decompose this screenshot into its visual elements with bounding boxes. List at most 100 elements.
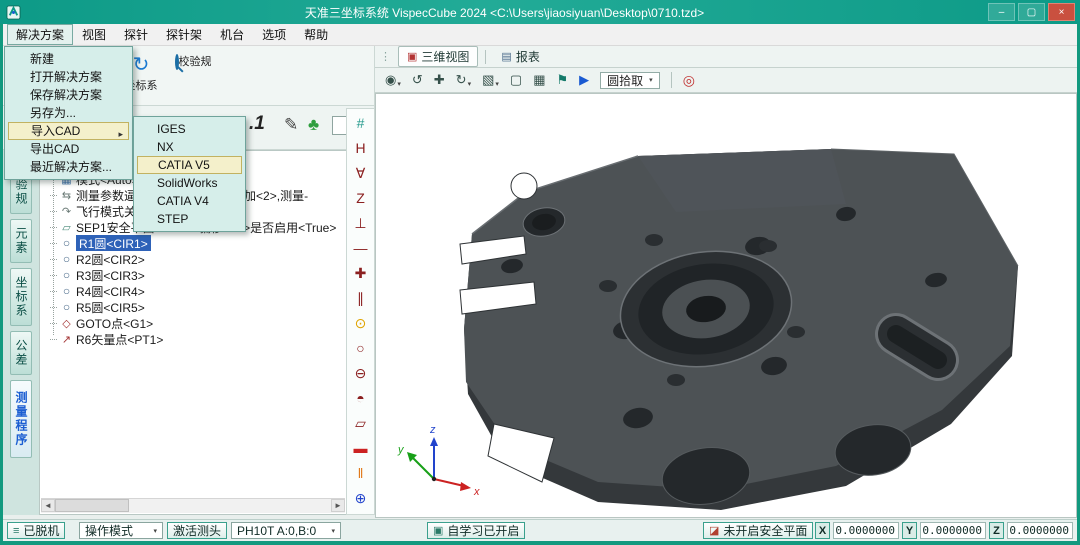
submenu-item-catia-v5[interactable]: CATIA V5 — [137, 156, 242, 174]
element-toolbar: # H ∀ Z ⊥ — ✚ ∥ ⊙ ○ ⊖ ◓ ▱ ▬ ‖ ⊕ — [346, 108, 375, 515]
menu-bar: 解决方案 视图 探针 探针架 机台 选项 帮助 — [3, 24, 1077, 46]
tree-row[interactable]: ○ R3圆<CIR3> — [50, 267, 344, 283]
active-probe-dropdown[interactable]: PH10T A:0,B:0 ▾ — [231, 522, 341, 539]
operation-mode-dropdown[interactable]: 操作模式 ▾ — [79, 522, 163, 539]
scroll-thumb[interactable] — [55, 499, 129, 512]
menu-item-save[interactable]: 保存解决方案 — [8, 86, 129, 104]
app-icon — [6, 5, 21, 20]
menu-item-open[interactable]: 打开解决方案 — [8, 68, 129, 86]
tree-row[interactable]: ◇ GOTO点<G1> — [50, 315, 344, 331]
tree-row[interactable]: ○ R4圆<CIR4> — [50, 283, 344, 299]
axis-z-label: z — [429, 424, 436, 436]
sidebar-tab-program[interactable]: 测量程序 — [10, 380, 32, 458]
view-cube-button[interactable]: ▧ ▾ — [482, 72, 499, 88]
axis-x-label: x — [473, 486, 480, 498]
magnifier-icon — [175, 54, 179, 70]
sidebar-tab-elements[interactable]: 元素 — [10, 219, 32, 263]
slot-icon[interactable]: ⊖ — [350, 363, 372, 383]
self-learn-status[interactable]: ▣ 自学习已开启 — [427, 522, 525, 539]
minimize-button[interactable]: – — [988, 3, 1015, 21]
view-tab-bar: ⋮ ▣ 三维视图 ▤ 报表 — [375, 46, 1077, 68]
circle-icon: ○ — [60, 252, 73, 266]
menu-item-recent[interactable]: 最近解决方案... — [8, 158, 129, 176]
cross-circle-icon[interactable]: ⊕ — [350, 488, 372, 508]
tab-report[interactable]: ▤ 报表 — [493, 47, 547, 66]
tree-icon[interactable]: ♣ — [308, 115, 319, 135]
3d-viewport[interactable]: z y x — [375, 93, 1077, 518]
refresh-button[interactable]: ↻ ▾ — [456, 72, 471, 88]
submenu-item-iges[interactable]: IGES — [137, 120, 242, 138]
tree-row[interactable]: ↗ R6矢量点<PT1> — [50, 331, 344, 347]
pan-icon[interactable]: ✚ — [434, 72, 445, 88]
menu-item-new[interactable]: 新建 — [8, 50, 129, 68]
scroll-left-icon[interactable]: ◄ — [41, 499, 55, 512]
cylinder-icon[interactable]: ‖ — [350, 463, 372, 483]
menu-item-import-cad[interactable]: 导入CAD ▸ — [8, 122, 129, 140]
view-mode-button[interactable]: ◉ ▾ — [385, 72, 401, 88]
chevron-down-icon: ▾ — [397, 80, 401, 88]
report-icon: ▤ — [501, 50, 511, 63]
tab-separator — [485, 50, 486, 64]
line-icon[interactable]: — — [350, 238, 372, 258]
menu-item-save-as[interactable]: 另存为... — [8, 104, 129, 122]
flag-icon[interactable]: ⚑ — [557, 72, 569, 88]
sidebar-tab-coordsys[interactable]: 坐标系 — [10, 268, 32, 326]
menu-probe[interactable]: 探针 — [115, 24, 157, 45]
menu-options[interactable]: 选项 — [253, 24, 295, 45]
toolbar-separator — [671, 72, 672, 88]
tab-report-label: 报表 — [516, 48, 540, 65]
submenu-item-nx[interactable]: NX — [137, 138, 242, 156]
circle-icon: ○ — [60, 300, 73, 314]
menu-solution[interactable]: 解决方案 — [7, 24, 73, 45]
tab-3d-label: 三维视图 — [421, 48, 469, 65]
submenu-item-catia-v4[interactable]: CATIA V4 — [137, 192, 242, 210]
workplane-icon[interactable]: # — [350, 113, 372, 133]
titlebar[interactable]: 天准三坐标系统 VispecCube 2024 <C:\Users\jiaosi… — [0, 0, 1080, 24]
pick-mode-label: 圆拾取 — [607, 72, 643, 89]
perpendicular-icon[interactable]: ⊥ — [350, 213, 372, 233]
circle2-element-icon[interactable]: ○ — [350, 338, 372, 358]
status-bar: ≡ 已脱机 操作模式 ▾ 激活测头 PH10T A:0,B:0 ▾ ▣ 自学习已… — [3, 519, 1077, 541]
scroll-right-icon[interactable]: ► — [331, 499, 345, 512]
circle-element-icon[interactable]: ⊙ — [350, 313, 372, 333]
x-axis-value: 0.0000000 — [833, 522, 899, 539]
goto-icon: ◇ — [60, 317, 73, 330]
tree-row[interactable]: ○ R2圆<CIR2> — [50, 251, 344, 267]
pick-mode-dropdown[interactable]: 圆拾取 ▾ — [600, 72, 660, 89]
gauge-button[interactable]: 校验规 — [169, 53, 217, 69]
offline-status[interactable]: ≡ 已脱机 — [7, 522, 65, 539]
angle-icon[interactable]: ∀ — [350, 163, 372, 183]
menu-machine[interactable]: 机台 — [211, 24, 253, 45]
point-icon[interactable]: ✚ — [350, 263, 372, 283]
tab-3d-view[interactable]: ▣ 三维视图 — [398, 46, 478, 67]
sidebar-tab-tolerance[interactable]: 公差 — [10, 331, 32, 375]
z-angle-icon[interactable]: Z — [350, 188, 372, 208]
submenu-item-solidworks[interactable]: SolidWorks — [137, 174, 242, 192]
menu-item-export-cad[interactable]: 导出CAD — [8, 140, 129, 158]
red-line-icon[interactable]: ▬ — [350, 438, 372, 458]
chevron-down-icon: ▾ — [331, 527, 335, 535]
orbit-icon[interactable]: ↺ — [412, 72, 423, 88]
tree-horizontal-scrollbar[interactable]: ◄ ► — [41, 498, 345, 513]
tree-row[interactable]: ○ R5圆<CIR5> — [50, 299, 344, 315]
chevron-down-icon: ▾ — [495, 80, 499, 88]
submenu-item-step[interactable]: STEP — [137, 210, 242, 228]
scroll-track[interactable] — [55, 499, 331, 513]
pen-icon[interactable]: ✎ — [284, 115, 298, 135]
close-button[interactable]: × — [1048, 3, 1075, 21]
section-icon[interactable]: ▦ — [533, 72, 545, 88]
menu-view[interactable]: 视图 — [73, 24, 115, 45]
menu-help[interactable]: 帮助 — [295, 24, 337, 45]
maximize-button[interactable]: ▢ — [1018, 3, 1045, 21]
tree-row-selected[interactable]: ○ R1圆<CIR1> — [50, 235, 344, 251]
fit-view-icon[interactable]: ▢ — [510, 72, 522, 88]
probe-angle-icon[interactable]: ◎ — [683, 72, 695, 89]
fly-mode-icon: ↷ — [60, 205, 73, 218]
plane-element-icon[interactable]: ▱ — [350, 413, 372, 433]
offline-label: 已脱机 — [23, 522, 59, 539]
distance-icon[interactable]: H — [350, 138, 372, 158]
menu-probe-rack[interactable]: 探针架 — [157, 24, 211, 45]
sphere-icon[interactable]: ◓ — [350, 388, 372, 408]
parallel-icon[interactable]: ∥ — [350, 288, 372, 308]
play-icon[interactable]: ▶ — [579, 72, 589, 88]
